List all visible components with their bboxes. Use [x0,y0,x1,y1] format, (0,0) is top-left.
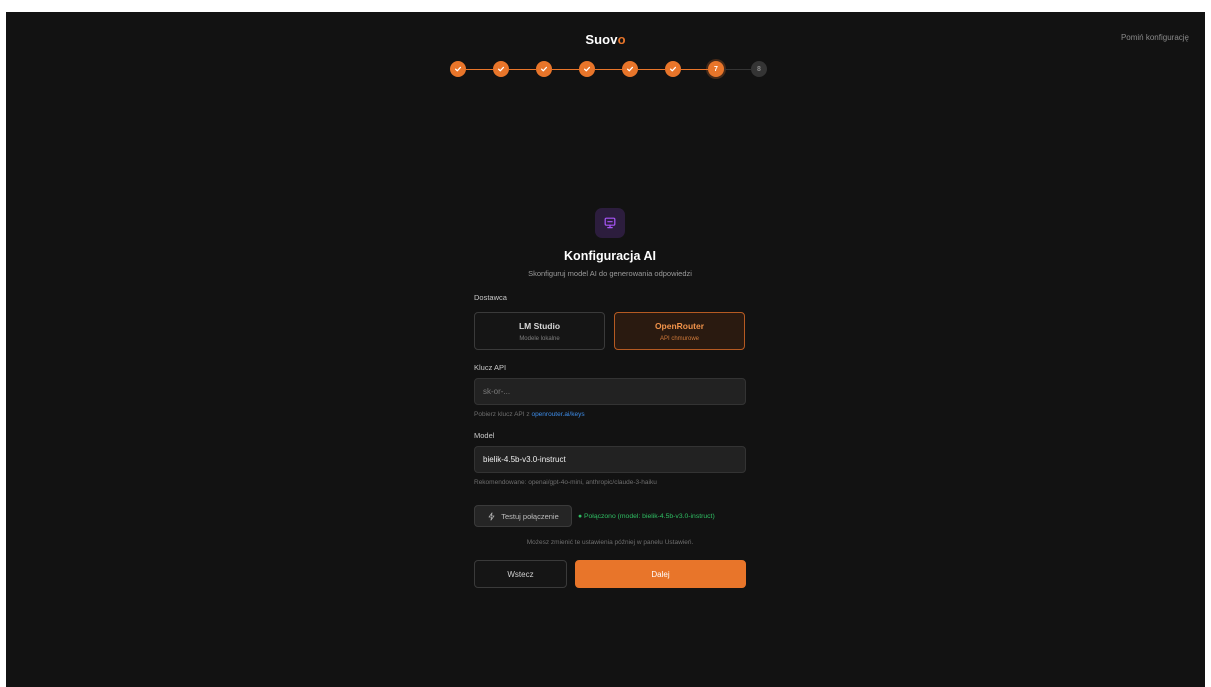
api-key-hint: Pobierz klucz API z openrouter.ai/keys [474,411,585,418]
model-hint: Rekomendowane: openai/gpt-4o-mini, anthr… [474,479,657,486]
provider-option-lm-studio[interactable]: LM Studio Modele lokalne [474,312,605,350]
openrouter-keys-link[interactable]: openrouter.ai/keys [531,411,584,418]
onboarding-screen: Suovo Pomiń konfigurację 7 8 Konfiguracj… [6,12,1205,687]
step-connector [552,68,579,70]
check-icon [669,66,677,72]
step-3 [536,61,552,77]
back-button[interactable]: Wstecz [474,560,567,588]
test-connection-label: Testuj połączenie [501,511,559,521]
provider-description: Modele lokalne [519,336,560,342]
app-logo: Suovo [6,32,1205,47]
model-input[interactable] [474,446,746,473]
brand-accent-letter: o [617,32,626,47]
provider-name: LM Studio [518,321,561,331]
provider-description: API chmurowe [659,336,699,342]
step-6 [665,61,681,77]
step-connector [638,68,665,70]
brand-name: Suov [585,32,618,47]
provider-name: OpenRouter [654,321,705,331]
next-button[interactable]: Dalej [575,560,746,588]
check-icon [626,66,634,72]
step-8: 8 [751,61,767,77]
step-2 [493,61,509,77]
test-connection-button[interactable]: Testuj połączenie [474,505,572,527]
check-icon [540,66,548,72]
step-connector [466,68,493,70]
check-icon [497,66,505,72]
step-5 [622,61,638,77]
page-subtitle: Skonfiguruj model AI do generowania odpo… [528,269,692,278]
step-connector [595,68,622,70]
page-title: Konfiguracja AI [564,249,656,263]
provider-option-openrouter[interactable]: OpenRouter API chmurowe [614,312,745,350]
progress-stepper: 7 8 [450,61,767,77]
api-key-input[interactable] [474,378,746,405]
provider-label: Dostawca [474,293,507,302]
step-7-current: 7 [708,61,724,77]
api-key-label: Klucz API [474,363,507,372]
check-icon [583,66,591,72]
check-icon [454,66,462,72]
model-label: Model [474,431,495,440]
step-connector [681,68,708,70]
step-connector [509,68,536,70]
zap-icon [488,511,495,521]
step-connector [724,68,751,70]
api-key-hint-text: Pobierz klucz API z [474,411,532,418]
settings-note: Możesz zmienić te ustawienia później w p… [526,539,694,546]
monitor-icon [595,208,625,238]
connection-status: ● Połączono (model: bielik-4.5b-v3.0-ins… [578,513,715,520]
skip-setup-link[interactable]: Pomiń konfigurację [1121,33,1189,42]
step-1 [450,61,466,77]
step-4 [579,61,595,77]
